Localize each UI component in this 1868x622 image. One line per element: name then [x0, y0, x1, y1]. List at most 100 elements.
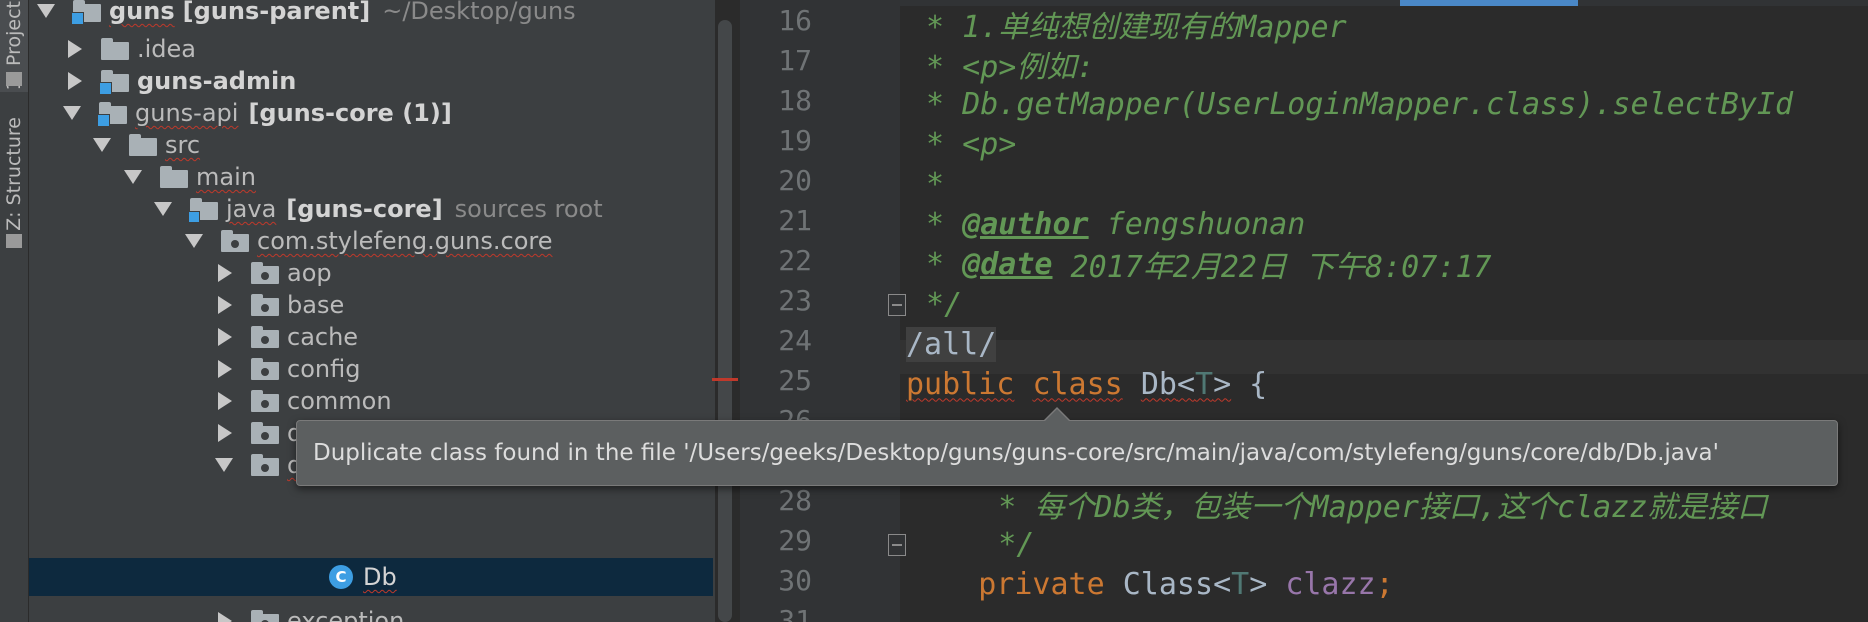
- line-number: 18: [778, 84, 812, 117]
- fold-marker-icon[interactable]: [888, 534, 906, 556]
- doc-comment: *: [908, 166, 945, 202]
- javadoc-tag: @date: [962, 246, 1053, 282]
- expand-arrow-icon[interactable]: [218, 612, 232, 622]
- code-line: * @date 2017年2月22日 下午8:07:17: [908, 244, 1868, 286]
- class-name: Db: [1140, 366, 1177, 402]
- structure-tool-tab[interactable]: Z: Structure: [0, 117, 28, 231]
- code-line: * 1.单纯想创建现有的Mapper: [908, 4, 1868, 45]
- tree-scrollbar[interactable]: [718, 20, 732, 622]
- line-number: 30: [778, 564, 812, 597]
- doc-comment: * 每个Db类，包装一个Mapper接口,这个clazz就是接口: [908, 490, 1768, 525]
- code-line: * <p>例如:: [908, 44, 1868, 85]
- doc-comment: * 1.单纯想创建现有的Mapper: [908, 10, 1347, 45]
- tree-row-label: src: [165, 131, 201, 159]
- line-number: 29: [778, 524, 812, 557]
- code-line: * <p>: [908, 124, 1868, 164]
- code-line: *: [908, 164, 1868, 204]
- folder-icon: [101, 38, 129, 60]
- fold-marker-icon[interactable]: [888, 294, 906, 316]
- expand-arrow-icon[interactable]: [154, 202, 172, 216]
- module-folder-icon: [71, 0, 101, 25]
- doc-comment: *: [908, 206, 963, 242]
- expand-arrow-icon[interactable]: [218, 296, 232, 314]
- doc-comment: 2017年2月22日 下午8:07:17: [1052, 250, 1492, 285]
- keyword: private: [978, 566, 1105, 602]
- tree-row-label: exception: [287, 607, 405, 622]
- expand-arrow-icon[interactable]: [218, 264, 232, 282]
- doc-comment: *: [908, 246, 963, 282]
- expand-arrow-icon[interactable]: [218, 328, 232, 346]
- structure-tool-tab-label: Z: Structure: [3, 117, 25, 231]
- keyword: public: [906, 366, 1015, 402]
- tree-row-label: main: [196, 163, 256, 191]
- expand-arrow-icon[interactable]: [218, 424, 232, 442]
- line-number: 23: [778, 284, 812, 317]
- expand-arrow-icon[interactable]: [68, 72, 82, 90]
- expand-arrow-icon[interactable]: [215, 458, 233, 472]
- line-number: 28: [778, 484, 812, 517]
- tree-row-label: java: [226, 195, 277, 223]
- tree-row-label: common: [287, 387, 392, 415]
- class-name: Class: [1122, 566, 1214, 602]
- keyword: class: [1032, 366, 1123, 402]
- line-number: 17: [778, 44, 812, 77]
- expand-arrow-icon[interactable]: [218, 360, 232, 378]
- line-number: 20: [778, 164, 812, 197]
- tree-row-label: guns-api: [135, 99, 239, 127]
- expand-arrow-icon[interactable]: [37, 4, 55, 18]
- line-number: 22: [778, 244, 812, 277]
- module-folder-icon: [99, 70, 129, 95]
- type-parameter: T: [1231, 566, 1250, 602]
- code-line: public class Db < T > {: [906, 366, 1268, 402]
- tree-row-label: guns-admin: [137, 67, 297, 95]
- expand-arrow-icon[interactable]: [218, 392, 232, 410]
- tree-row-label: .idea: [137, 35, 197, 63]
- line-number: 16: [778, 4, 812, 37]
- doc-comment: */: [908, 526, 1035, 562]
- doc-comment: * <p>例如:: [908, 50, 1095, 85]
- expand-arrow-icon[interactable]: [124, 170, 142, 184]
- structure-tool-icon: [6, 234, 22, 248]
- package-icon: [251, 390, 279, 412]
- module-folder-icon: [97, 102, 127, 127]
- tree-row-label: base: [287, 291, 345, 319]
- line-number: 31: [778, 604, 812, 622]
- tree-row-label: Db: [363, 563, 397, 591]
- tree-row-label: config: [287, 355, 361, 383]
- code-line: */: [908, 284, 1868, 324]
- open-brace: {: [1231, 366, 1268, 402]
- project-tree: guns [guns-parent] ~/Desktop/guns .idea …: [29, 0, 715, 622]
- code-line: * @author fengshuonan: [908, 204, 1868, 244]
- code-editor[interactable]: 16 17 18 19 20 21 22 23 24 25 26 28 29 3…: [740, 0, 1868, 622]
- doc-comment: fengshuonan: [1088, 206, 1306, 242]
- folder-icon: [129, 134, 157, 156]
- expand-arrow-icon[interactable]: [63, 106, 81, 120]
- package-icon: [251, 358, 279, 380]
- tree-row-guns[interactable]: guns [guns-parent] ~/Desktop/guns: [29, 0, 715, 30]
- tree-row-exception[interactable]: exception: [29, 602, 715, 622]
- folder-icon: [160, 166, 188, 188]
- annotation-text: /all/: [906, 326, 997, 362]
- code-line: * 每个Db类，包装一个Mapper接口,这个clazz就是接口: [908, 484, 1868, 525]
- package-icon: [251, 422, 279, 444]
- source-root-hint: sources root: [454, 195, 603, 223]
- code-line: * Db.getMapper(UserLoginMapper.class).se…: [908, 84, 1868, 124]
- package-icon: [251, 294, 279, 316]
- expand-arrow-icon[interactable]: [93, 138, 111, 152]
- tree-row-label: aop: [287, 259, 332, 287]
- duplicate-class-tooltip: Duplicate class found in the file '/User…: [296, 407, 1838, 486]
- tree-row-label: guns: [109, 0, 175, 25]
- module-name: [guns-core]: [286, 195, 443, 223]
- module-path: ~/Desktop/guns: [382, 0, 576, 25]
- expand-arrow-icon[interactable]: [185, 234, 203, 248]
- code-line: /all/: [906, 324, 1868, 364]
- expand-arrow-icon[interactable]: [68, 40, 82, 58]
- code-line: private Class < T > clazz;: [978, 566, 1394, 602]
- error-stripe-mark[interactable]: [712, 378, 738, 381]
- line-number: 24: [778, 324, 812, 357]
- tree-row-Db-class[interactable]: C Db: [29, 558, 713, 596]
- doc-comment: * <p>: [908, 126, 1017, 162]
- tool-window-strip: 1: Project Z: Structure: [0, 0, 29, 622]
- semicolon: ;: [1375, 566, 1394, 602]
- package-icon: [251, 262, 279, 284]
